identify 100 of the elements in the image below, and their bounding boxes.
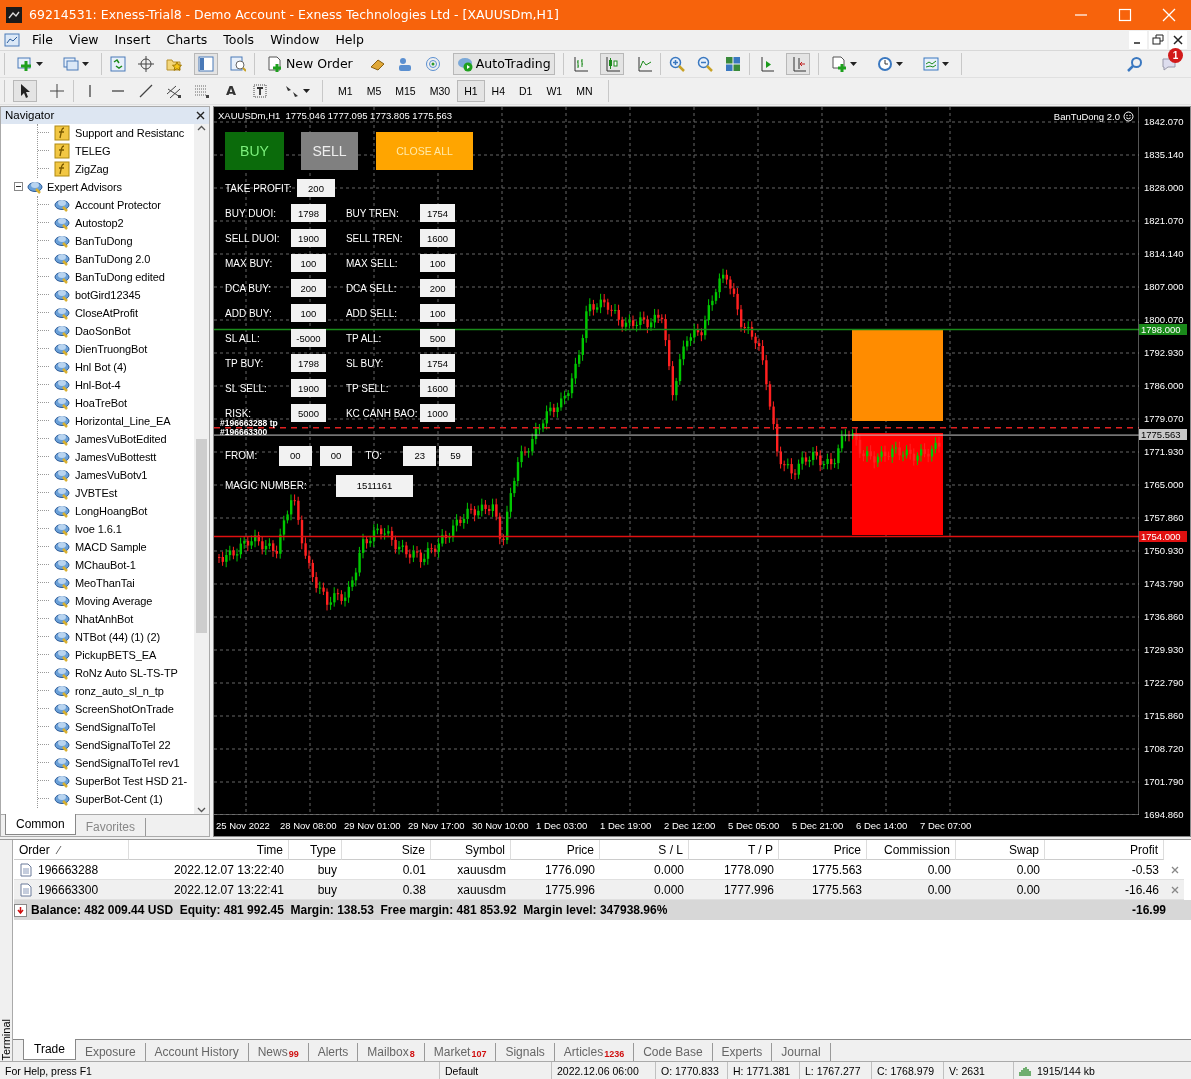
input-field[interactable]: 1000 xyxy=(420,404,455,423)
input-field[interactable]: 1900 xyxy=(291,229,326,248)
timeframe-button[interactable]: M30 xyxy=(422,79,458,102)
timeframe-button[interactable]: H4 xyxy=(484,79,512,102)
input-field[interactable]: 1754 xyxy=(420,204,455,223)
column-header[interactable]: Price xyxy=(779,840,867,861)
input-field[interactable]: 100 xyxy=(291,254,326,273)
tree-item[interactable]: Hnl Bot (4) xyxy=(38,357,194,376)
menu-item[interactable]: Insert xyxy=(106,30,159,50)
timeframe-button[interactable]: MN xyxy=(569,79,600,102)
tree-item[interactable]: DienTruongBot xyxy=(38,339,194,358)
tree-item[interactable]: Autostop2 xyxy=(38,213,194,232)
tree-item[interactable]: JVBTEst xyxy=(38,483,194,502)
tree-item[interactable]: SuperBot Test HSD 21- xyxy=(38,771,194,790)
tree-item[interactable]: RoNz Auto SL-TS-TP xyxy=(38,663,194,682)
tree-item[interactable]: NTBot (44) (1) (2) xyxy=(38,627,194,646)
tree-item[interactable]: PickupBETS_EA xyxy=(38,645,194,664)
timeframe-button[interactable]: W1 xyxy=(539,79,570,102)
account-summary: Balance: 482 009.44 USD Equity: 481 992.45 Margin: 138.53 Free margin: 481 853.92 Margin level: 347938.96% xyxy=(31,903,669,918)
timeframe-button[interactable]: M5 xyxy=(359,79,389,102)
input-field[interactable]: 1754 xyxy=(420,354,455,373)
column-header[interactable]: Profit xyxy=(1045,840,1164,861)
tree-item[interactable]: ronz_auto_sl_n_tp xyxy=(38,681,194,700)
new-order-button[interactable]: New Order xyxy=(263,52,357,75)
tree-folder[interactable]: Expert Advisors xyxy=(14,177,194,196)
input-field[interactable]: 200 xyxy=(291,279,326,298)
column-header[interactable]: Swap xyxy=(956,840,1045,861)
input-field[interactable]: 1600 xyxy=(420,229,455,248)
input-field[interactable]: 100 xyxy=(420,254,455,273)
column-header[interactable]: Commission xyxy=(867,840,956,861)
column-header[interactable]: Size xyxy=(342,840,431,861)
tree-item[interactable]: Support and Resistanc xyxy=(38,123,194,142)
text-tool[interactable]: A xyxy=(222,80,241,102)
tree-item[interactable]: ZigZag xyxy=(38,159,194,178)
tree-item[interactable]: BanTuDong edited xyxy=(38,267,194,286)
tree-item[interactable]: SuperBot-Cent (1) xyxy=(38,789,194,808)
table-cell: 2022.12.07 13:22:41 xyxy=(129,880,289,901)
column-header[interactable]: Time xyxy=(129,840,289,861)
tree-item[interactable]: TELEG xyxy=(38,141,194,160)
tree-item[interactable]: SendSignalToTel xyxy=(38,717,194,736)
menu-item[interactable]: Charts xyxy=(158,30,216,50)
tree-item[interactable]: Horizontal_Line_EA xyxy=(38,411,194,430)
auto-trading-button[interactable]: AutoTrading xyxy=(452,52,555,75)
input-field[interactable]: 23 xyxy=(403,445,437,466)
column-header[interactable]: Type xyxy=(289,840,342,861)
tree-item[interactable]: HoaTreBot xyxy=(38,393,194,412)
tree-item[interactable]: ScreenShotOnTrade xyxy=(38,699,194,718)
tree-item[interactable]: MeoThanTai xyxy=(38,573,194,592)
tree-item[interactable]: SendSignalToTel rev1 xyxy=(38,753,194,772)
trade-button[interactable]: BUY xyxy=(225,131,284,170)
tree-item[interactable]: LongHoangBot xyxy=(38,501,194,520)
tree-item[interactable]: MACD Sample xyxy=(38,537,194,556)
input-field[interactable]: 1511161 xyxy=(336,474,413,497)
input-field[interactable]: 200 xyxy=(420,279,455,298)
menu-item[interactable]: Window xyxy=(262,30,328,50)
input-field[interactable]: 5000 xyxy=(291,404,326,423)
tree-item[interactable]: NhatAnhBot xyxy=(38,609,194,628)
input-field[interactable]: 1798 xyxy=(291,354,326,373)
tree-item[interactable]: botGird12345 xyxy=(38,285,194,304)
field-label: TP ALL: xyxy=(345,332,383,344)
panel-tab[interactable]: Common xyxy=(5,814,76,836)
input-field[interactable]: 1600 xyxy=(420,379,455,398)
input-field[interactable]: 00 xyxy=(319,445,353,466)
timeframe-button[interactable]: M15 xyxy=(388,79,423,102)
tree-item[interactable]: JamesVuBotv1 xyxy=(38,465,194,484)
input-field[interactable]: 500 xyxy=(420,329,455,348)
tree-item[interactable]: BanTuDong 2.0 xyxy=(38,249,194,268)
menu-item[interactable]: View xyxy=(60,30,107,50)
tree-item[interactable]: lvoe 1.6.1 xyxy=(38,519,194,538)
menu-item[interactable]: Tools xyxy=(215,30,263,50)
timeframe-button[interactable]: D1 xyxy=(512,79,540,102)
terminal-tab[interactable]: Trade xyxy=(23,1039,76,1061)
menu-item[interactable]: File xyxy=(24,30,61,50)
column-header[interactable]: S / L xyxy=(600,840,689,861)
tree-item[interactable]: CloseAtProfit xyxy=(38,303,194,322)
tree-item[interactable]: MChauBot-1 xyxy=(38,555,194,574)
menu-item[interactable]: Help xyxy=(327,30,372,50)
timeframe-button[interactable]: M1 xyxy=(331,79,360,102)
input-field[interactable]: 1900 xyxy=(291,379,326,398)
input-field[interactable]: -5000 xyxy=(291,329,326,348)
column-header[interactable]: Price xyxy=(511,840,600,861)
input-field[interactable]: 1798 xyxy=(291,204,326,223)
tree-item[interactable]: Account Protector xyxy=(38,195,194,214)
price-axis-label: 1807.000 xyxy=(1144,280,1184,292)
timeframe-button[interactable]: H1 xyxy=(457,79,485,102)
tree-item[interactable]: JamesVuBotEdited xyxy=(38,429,194,448)
tree-item[interactable]: Moving Average xyxy=(38,591,194,610)
tree-item[interactable]: JamesVuBottestt xyxy=(38,447,194,466)
input-field[interactable]: 200 xyxy=(297,179,335,198)
tree-item[interactable]: DaoSonBot xyxy=(38,321,194,340)
tree-item[interactable]: BanTuDong xyxy=(38,231,194,250)
tree-item[interactable]: SendSignalToTel 22 xyxy=(38,735,194,754)
input-field[interactable]: 100 xyxy=(291,304,326,323)
column-header[interactable]: Symbol xyxy=(431,840,511,861)
input-field[interactable]: 00 xyxy=(278,445,312,466)
input-field[interactable]: 59 xyxy=(439,445,473,466)
input-field[interactable]: 100 xyxy=(420,304,455,323)
tree-item[interactable]: Hnl-Bot-4 xyxy=(38,375,194,394)
column-header[interactable]: Order xyxy=(14,840,129,861)
column-header[interactable]: T / P xyxy=(689,840,779,861)
